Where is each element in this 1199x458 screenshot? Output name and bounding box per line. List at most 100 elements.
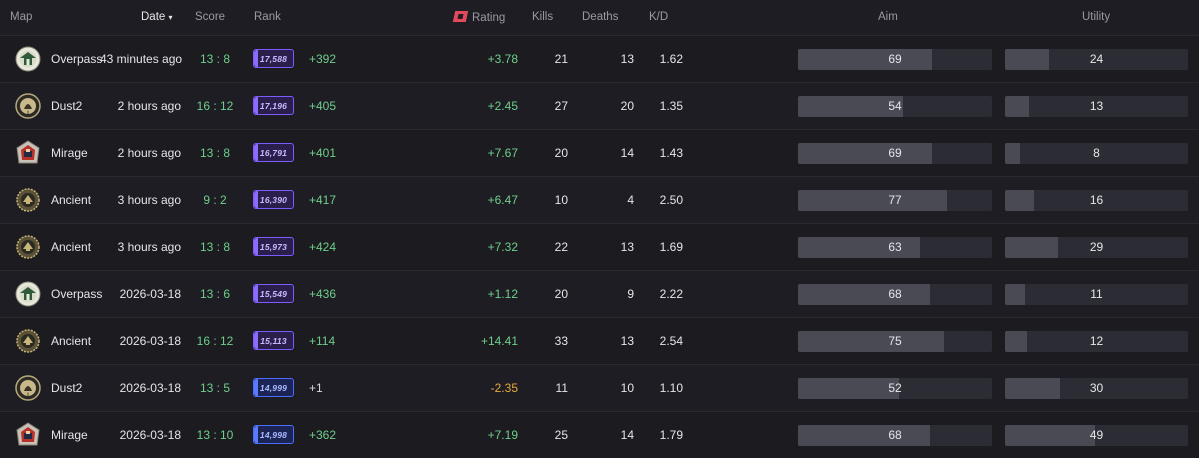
aim-bar: 75 [798,331,992,352]
mirage-map-icon [15,422,41,448]
aim-value: 54 [888,99,902,113]
deaths-value: 4 [627,193,634,207]
rank-badge: 17,196 [253,96,294,115]
utility-bar: 49 [1005,425,1188,446]
rating-value: +7.19 [487,428,518,442]
column-header-deaths[interactable]: Deaths [582,11,618,23]
kd-value: 1.10 [659,381,683,395]
utility-bar: 13 [1005,96,1188,117]
rank-badge: 14,998 [253,425,294,444]
kd-value: 1.35 [659,99,683,113]
map-name: Mirage [51,428,88,442]
deaths-value: 13 [620,52,634,66]
match-score: 13 : 8 [199,240,231,254]
utility-bar: 8 [1005,143,1188,164]
rank-badge: 15,973 [253,237,294,256]
match-date: 2026-03-18 [119,287,181,301]
rating-value: +14.41 [480,334,518,348]
dust2-map-icon: II [15,375,41,401]
match-date: 2 hours ago [117,146,181,160]
ancient-map-icon [15,234,41,260]
utility-value: 13 [1089,99,1104,113]
column-header-map[interactable]: Map [10,11,32,23]
column-header-utility[interactable]: Utility [1082,11,1110,23]
table-row[interactable]: Overpass 2026-03-18 13 : 6 15,549 +436 +1.12 2… [0,270,1199,317]
match-date: 3 hours ago [117,240,181,254]
utility-bar: 16 [1005,190,1188,211]
aim-bar: 68 [798,425,992,446]
utility-bar: 30 [1005,378,1188,399]
aim-value: 52 [888,381,902,395]
column-header-kills[interactable]: Kills [532,11,553,23]
rating-value: +7.67 [487,146,518,160]
utility-value: 16 [1089,193,1104,207]
deaths-value: 14 [620,146,634,160]
match-date: 3 hours ago [117,193,181,207]
kills-value: 22 [554,240,568,254]
table-row[interactable]: Mirage 2026-03-18 13 : 10 14,998 +362 +7.19 25… [0,411,1199,458]
kills-value: 21 [554,52,568,66]
kd-value: 1.79 [659,428,683,442]
match-score: 13 : 10 [196,428,234,442]
column-header-date[interactable]: Date ▾ [141,11,173,23]
aim-value: 68 [888,428,902,442]
rank-delta: +417 [309,193,337,207]
rank-delta: +392 [309,52,337,66]
utility-value: 29 [1089,240,1104,254]
aim-value: 63 [888,240,902,254]
kills-value: 10 [554,193,568,207]
table-row[interactable]: II Dust2 2 hours ago 16 : 12 17,196 +405 +2.45… [0,82,1199,129]
table-row[interactable]: II Dust2 2026-03-18 13 : 5 14,999 +1 -2.35 11 10… [0,364,1199,411]
deaths-value: 9 [627,287,634,301]
rank-delta: +114 [309,334,336,348]
map-name: Overpass [51,52,103,66]
utility-value: 30 [1089,381,1104,395]
match-date: 2 hours ago [117,99,181,113]
table-body: Overpass 43 minutes ago 13 : 8 17,588 +392 +3… [0,35,1199,458]
rank-badge: 17,588 [253,49,294,68]
aim-bar: 54 [798,96,992,117]
rating-value: +7.32 [487,240,518,254]
kd-value: 2.54 [659,334,683,348]
table-row[interactable]: Ancient 3 hours ago 13 : 8 15,973 +424 +7.32 2… [0,223,1199,270]
match-score: 13 : 8 [199,52,231,66]
utility-value: 24 [1089,52,1104,66]
column-header-score[interactable]: Score [195,11,225,23]
column-header-aim[interactable]: Aim [878,11,898,23]
column-header-rank[interactable]: Rank [254,11,281,23]
kills-value: 25 [554,428,568,442]
map-name: Mirage [51,146,88,160]
utility-value: 11 [1090,287,1103,301]
chevron-down-icon: ▾ [168,13,173,22]
rating-value: -2.35 [490,381,518,395]
match-score: 9 : 2 [203,193,227,207]
match-score: 13 : 6 [199,287,231,301]
rank-delta: +424 [309,240,337,254]
table-row[interactable]: Overpass 43 minutes ago 13 : 8 17,588 +392 +3… [0,35,1199,82]
table-row[interactable]: Ancient 2026-03-18 16 : 12 15,113 +114 +14.41… [0,317,1199,364]
deaths-value: 13 [620,334,634,348]
deaths-value: 13 [620,240,634,254]
aim-bar: 68 [798,284,992,305]
column-header-rating-label: Rating [472,12,506,24]
kd-value: 2.50 [659,193,683,207]
kills-value: 33 [554,334,568,348]
kd-value: 1.69 [659,240,683,254]
kills-value: 20 [554,287,568,301]
map-name: Dust2 [51,381,83,395]
dust2-map-icon: II [15,93,41,119]
table-row[interactable]: Ancient 3 hours ago 9 : 2 16,390 +417 +6.47 10… [0,176,1199,223]
rank-badge: 16,390 [253,190,294,209]
column-header-rating[interactable]: Rating [452,11,506,24]
column-header-kd[interactable]: K/D [649,11,668,23]
match-date: 2026-03-18 [119,428,181,442]
rank-badge: 14,999 [253,378,294,397]
match-score: 16 : 12 [196,99,234,113]
utility-bar: 12 [1005,331,1188,352]
table-row[interactable]: Mirage 2 hours ago 13 : 8 16,791 +401 +7.67 20… [0,129,1199,176]
utility-bar: 11 [1005,284,1188,305]
utility-value: 12 [1089,334,1104,348]
aim-bar: 69 [798,49,992,70]
ancient-map-icon [15,328,41,354]
aim-bar: 63 [798,237,992,258]
